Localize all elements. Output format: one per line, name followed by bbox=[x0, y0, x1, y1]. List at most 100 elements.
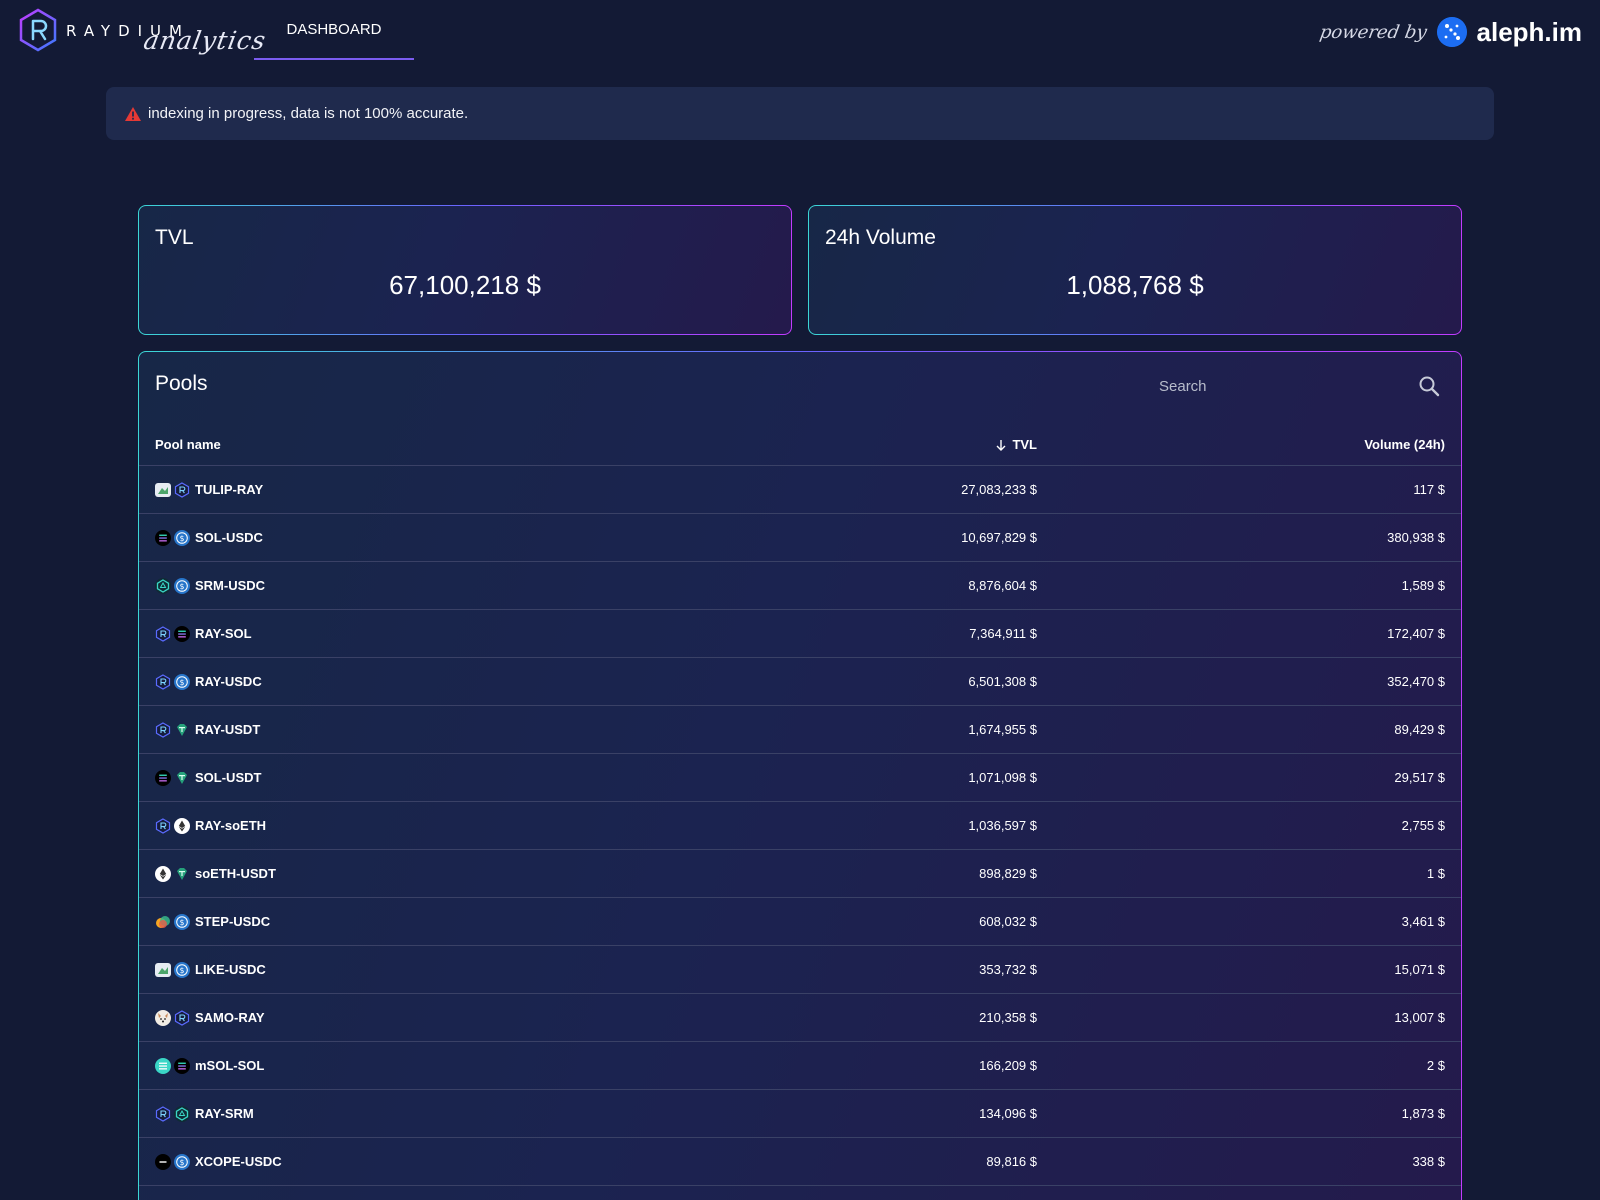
pool-name[interactable]: soETH-USDT bbox=[195, 866, 276, 881]
pool-tvl: 1,674,955 $ bbox=[968, 722, 1037, 737]
search-input[interactable] bbox=[1159, 370, 1399, 402]
pools-panel: Pools Pool name TVL Volume (24h) TULIP-R… bbox=[138, 351, 1462, 1200]
usdt-icon bbox=[174, 770, 190, 786]
pool-token-icons: $ bbox=[155, 914, 193, 930]
sol-icon bbox=[155, 770, 171, 786]
pool-tvl: 353,732 $ bbox=[979, 962, 1037, 977]
srm-icon bbox=[155, 578, 171, 594]
pool-name[interactable]: RAY-soETH bbox=[195, 818, 266, 833]
pool-name[interactable]: RAY-USDC bbox=[195, 674, 262, 689]
pool-token-icons: $ bbox=[155, 674, 193, 690]
pool-name[interactable]: RAY-SOL bbox=[195, 626, 252, 641]
tab-dashboard[interactable]: DASHBOARD bbox=[254, 0, 414, 60]
column-header-tvl-label: TVL bbox=[1012, 437, 1037, 452]
pool-volume: 1,873 $ bbox=[1401, 1106, 1445, 1121]
svg-text:$: $ bbox=[180, 582, 185, 591]
table-row[interactable]: SAMO-RAY 210,358 $ 13,007 $ bbox=[139, 994, 1461, 1042]
pool-volume: 338 $ bbox=[1412, 1154, 1445, 1169]
table-row[interactable]: $ RAY-USDC 6,501,308 $ 352,470 $ bbox=[139, 658, 1461, 706]
ray-icon bbox=[155, 674, 171, 690]
pool-volume: 2,755 $ bbox=[1401, 818, 1445, 833]
powered-by-label: powered by bbox=[1318, 21, 1429, 43]
pool-volume: 89,429 $ bbox=[1394, 722, 1445, 737]
xcope-icon bbox=[155, 1154, 171, 1170]
ray-icon bbox=[174, 1010, 190, 1026]
eth-icon bbox=[155, 866, 171, 882]
pool-volume: 2 $ bbox=[1426, 1058, 1445, 1073]
sol-icon bbox=[174, 1058, 190, 1074]
table-row[interactable]: mSOL-SOL 166,209 $ 2 $ bbox=[139, 1042, 1461, 1090]
ray-icon bbox=[174, 482, 190, 498]
table-row[interactable]: SOL-USDT 1,071,098 $ 29,517 $ bbox=[139, 754, 1461, 802]
sol-icon bbox=[174, 626, 190, 642]
warning-icon bbox=[125, 106, 141, 121]
pool-name[interactable]: STEP-USDC bbox=[195, 914, 270, 929]
logo-subtitle: analytics bbox=[141, 26, 269, 55]
powered-by-aleph[interactable]: powered by aleph.im bbox=[1318, 14, 1582, 50]
like-icon bbox=[155, 962, 171, 978]
table-row[interactable]: RAY-USDT 1,674,955 $ 89,429 $ bbox=[139, 706, 1461, 754]
svg-text:$: $ bbox=[180, 966, 185, 975]
column-header-pool-name[interactable]: Pool name bbox=[155, 437, 221, 452]
search-box bbox=[1159, 370, 1441, 402]
pool-tvl: 1,071,098 $ bbox=[968, 770, 1037, 785]
svg-text:$: $ bbox=[180, 678, 185, 687]
usdt-icon bbox=[174, 866, 190, 882]
pool-token-icons: $ bbox=[155, 962, 193, 978]
tvl-card: TVL 67,100,218 $ bbox=[138, 205, 792, 335]
table-row[interactable]: TULIP-RAY 27,083,233 $ 117 $ bbox=[139, 466, 1461, 514]
column-header-volume[interactable]: Volume (24h) bbox=[1364, 437, 1445, 452]
top-bar: RAYDIUM analytics DASHBOARD powered by a… bbox=[0, 0, 1600, 60]
svg-text:$: $ bbox=[180, 1158, 185, 1167]
aleph-logo-icon bbox=[1436, 17, 1467, 47]
tvl-value: 67,100,218 $ bbox=[389, 270, 541, 300]
msol-icon bbox=[155, 1058, 171, 1074]
raydium-logo[interactable]: RAYDIUM analytics bbox=[18, 8, 268, 58]
pool-tvl: 166,209 $ bbox=[979, 1058, 1037, 1073]
pool-volume: 29,517 $ bbox=[1394, 770, 1445, 785]
pool-name[interactable]: SRM-USDC bbox=[195, 578, 265, 593]
pool-name[interactable]: TULIP-RAY bbox=[195, 482, 263, 497]
tulip-icon bbox=[155, 482, 171, 498]
pool-name[interactable]: XCOPE-USDC bbox=[195, 1154, 282, 1169]
pool-token-icons bbox=[155, 1106, 193, 1122]
pool-volume: 15,071 $ bbox=[1394, 962, 1445, 977]
pool-name[interactable]: SOL-USDT bbox=[195, 770, 261, 785]
table-row[interactable] bbox=[139, 1186, 1461, 1200]
pool-name[interactable]: RAY-USDT bbox=[195, 722, 260, 737]
column-header-tvl[interactable]: TVL bbox=[995, 437, 1037, 452]
usdc-icon: $ bbox=[174, 1154, 190, 1170]
pool-tvl: 10,697,829 $ bbox=[961, 530, 1037, 545]
tvl-label: TVL bbox=[155, 226, 194, 249]
table-row[interactable]: $ STEP-USDC 608,032 $ 3,461 $ bbox=[139, 898, 1461, 946]
svg-text:$: $ bbox=[180, 918, 185, 927]
aleph-wordmark: aleph.im bbox=[1476, 16, 1582, 47]
pool-tvl: 898,829 $ bbox=[979, 866, 1037, 881]
pool-token-icons bbox=[155, 626, 193, 642]
pool-tvl: 608,032 $ bbox=[979, 914, 1037, 929]
pool-name[interactable]: SOL-USDC bbox=[195, 530, 263, 545]
table-row[interactable]: soETH-USDT 898,829 $ 1 $ bbox=[139, 850, 1461, 898]
pool-tvl: 89,816 $ bbox=[986, 1154, 1037, 1169]
pool-name[interactable]: mSOL-SOL bbox=[195, 1058, 264, 1073]
pool-tvl: 210,358 $ bbox=[979, 1010, 1037, 1025]
volume-value: 1,088,768 $ bbox=[1066, 270, 1204, 300]
indexing-alert: indexing in progress, data is not 100% a… bbox=[106, 87, 1494, 140]
table-header: Pool name TVL Volume (24h) bbox=[139, 422, 1461, 466]
table-row[interactable]: $ SRM-USDC 8,876,604 $ 1,589 $ bbox=[139, 562, 1461, 610]
table-body: TULIP-RAY 27,083,233 $ 117 $ $ SOL-USDC 10,69… bbox=[139, 466, 1461, 1200]
pool-name[interactable]: SAMO-RAY bbox=[195, 1010, 265, 1025]
table-row[interactable]: RAY-SRM 134,096 $ 1,873 $ bbox=[139, 1090, 1461, 1138]
pool-tvl: 7,364,911 $ bbox=[969, 626, 1037, 641]
usdc-icon: $ bbox=[174, 914, 190, 930]
table-row[interactable]: RAY-soETH 1,036,597 $ 2,755 $ bbox=[139, 802, 1461, 850]
table-row[interactable]: $ SOL-USDC 10,697,829 $ 380,938 $ bbox=[139, 514, 1461, 562]
table-row[interactable]: RAY-SOL 7,364,911 $ 172,407 $ bbox=[139, 610, 1461, 658]
table-row[interactable]: $ XCOPE-USDC 89,816 $ 338 $ bbox=[139, 1138, 1461, 1186]
pool-token-icons bbox=[155, 722, 193, 738]
table-row[interactable]: $ LIKE-USDC 353,732 $ 15,071 $ bbox=[139, 946, 1461, 994]
pool-name[interactable]: LIKE-USDC bbox=[195, 962, 266, 977]
search-icon[interactable] bbox=[1417, 374, 1441, 398]
pool-token-icons bbox=[155, 1010, 193, 1026]
pool-name[interactable]: RAY-SRM bbox=[195, 1106, 254, 1121]
